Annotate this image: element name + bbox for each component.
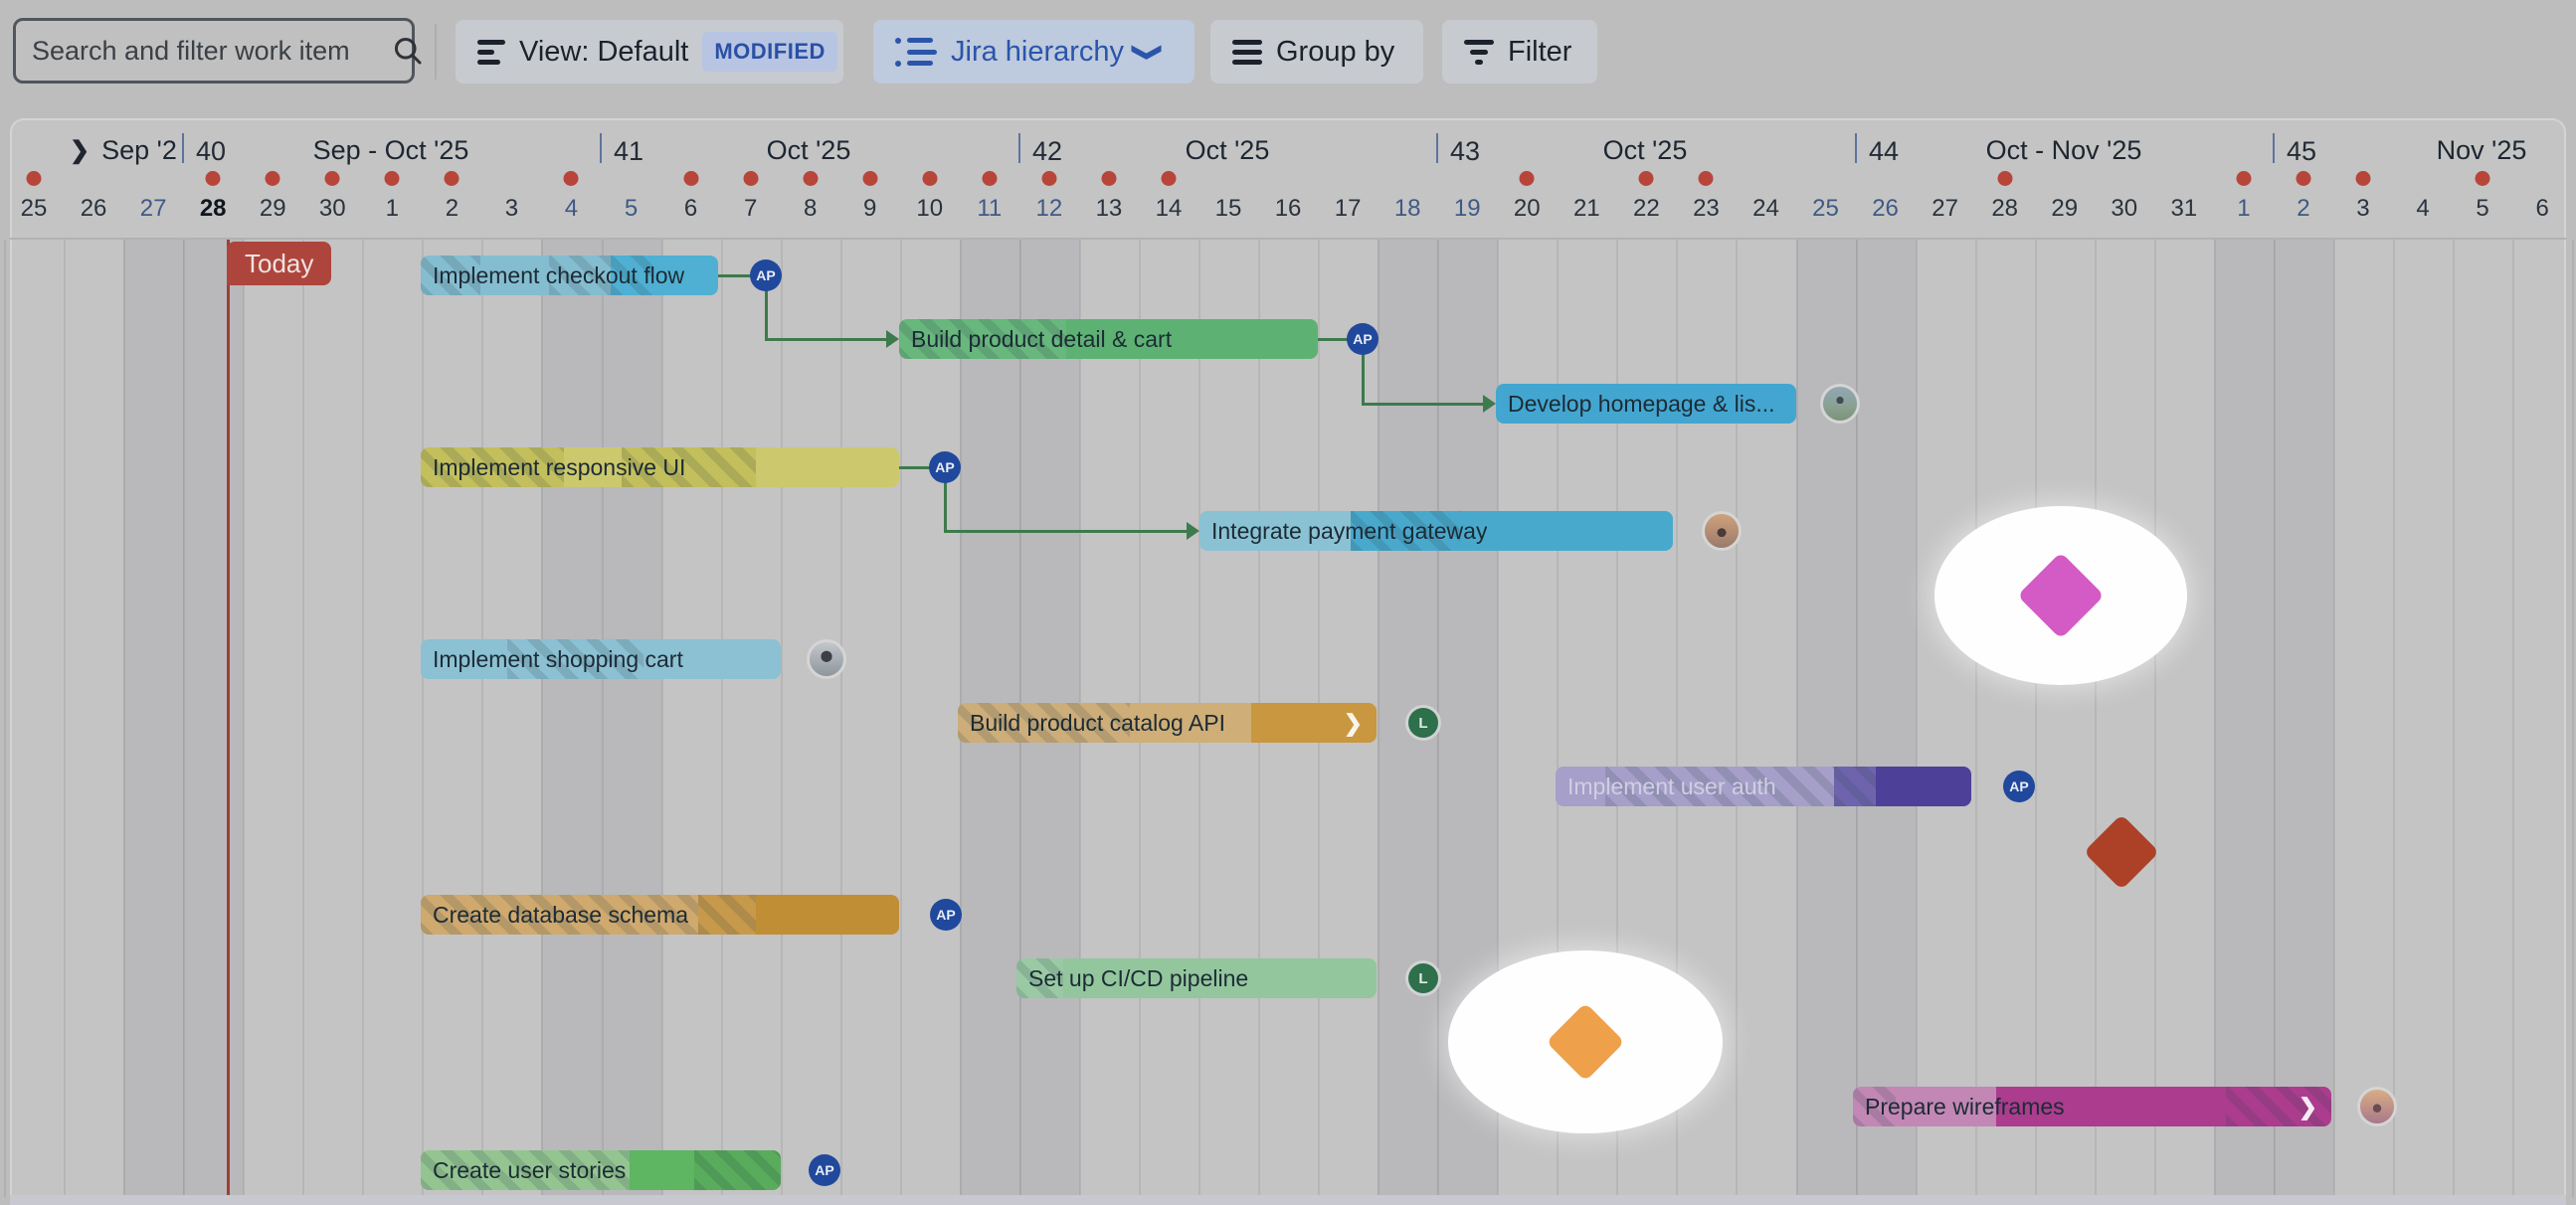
task-label: Integrate payment gateway [1211, 511, 1487, 551]
dependency-line-h [944, 530, 1187, 533]
bar-chevron-icon: ❯ [1344, 703, 1363, 743]
task-label: Build product catalog API [970, 703, 1225, 743]
bar-segment [1876, 767, 1971, 806]
assignee-avatar[interactable]: L [1408, 708, 1438, 738]
task-label: Set up CI/CD pipeline [1028, 958, 1248, 998]
task-label: Implement checkout flow [433, 256, 684, 295]
assignee-avatar[interactable]: AP [2003, 771, 2035, 802]
task-label: Build product detail & cart [911, 319, 1172, 359]
task-label: Develop homepage & lis... [1508, 384, 1775, 424]
milestone-diamond[interactable] [2084, 814, 2159, 890]
assignee-avatar[interactable] [810, 642, 843, 676]
gantt-bar[interactable]: Prepare wireframes ❯ [1853, 1087, 2331, 1126]
gantt-bar[interactable]: Build product catalog API ❯ [958, 703, 1377, 743]
assignee-avatar[interactable]: AP [750, 259, 782, 291]
bar-segment [1460, 511, 1673, 551]
gantt-bar[interactable]: Create user stories [421, 1150, 781, 1190]
scrollbar-strip[interactable] [10, 1195, 2566, 1205]
dependency-arrow-icon [1187, 522, 1199, 540]
bar-segment [756, 447, 899, 487]
task-label: Prepare wireframes [1865, 1087, 2065, 1126]
gantt-bar[interactable]: Implement responsive UI [421, 447, 899, 487]
assignee-avatar[interactable] [1823, 387, 1857, 421]
today-line [227, 240, 230, 1205]
bar-segment [1834, 767, 1876, 806]
assignee-avatar[interactable] [1705, 514, 1739, 548]
assignee-avatar[interactable]: AP [809, 1154, 840, 1186]
assignee-avatar[interactable]: AP [930, 899, 962, 931]
task-label: Implement shopping cart [433, 639, 683, 679]
gantt-bar[interactable]: Implement shopping cart [421, 639, 781, 679]
dependency-arrow-icon [886, 330, 899, 348]
bar-chevron-icon: ❯ [2299, 1087, 2317, 1126]
task-label: Create user stories [433, 1150, 626, 1190]
task-label: Create database schema [433, 895, 688, 935]
dependency-line-h [765, 338, 886, 341]
gantt-bar[interactable]: Develop homepage & lis... [1496, 384, 1796, 424]
dependency-arrow-icon [1483, 395, 1496, 413]
bar-segment [694, 1150, 781, 1190]
task-label: Implement user auth [1567, 767, 1776, 806]
gantt-bar[interactable]: Implement user auth [1556, 767, 1971, 806]
bar-segment [756, 895, 899, 935]
spotlight-overlay [0, 0, 2576, 1205]
assignee-avatar[interactable]: AP [1347, 323, 1379, 355]
gantt-bar[interactable]: Set up CI/CD pipeline [1016, 958, 1377, 998]
assignee-avatar[interactable] [2360, 1090, 2394, 1123]
gantt-bar[interactable]: Integrate payment gateway [1199, 511, 1673, 551]
gantt-bar[interactable]: Build product detail & cart [899, 319, 1318, 359]
dependency-line-h [1362, 403, 1483, 406]
bar-segment [698, 895, 756, 935]
bar-segment [630, 1150, 694, 1190]
assignee-avatar[interactable]: L [1408, 963, 1438, 993]
gantt-bar[interactable]: Create database schema [421, 895, 899, 935]
assignee-avatar[interactable]: AP [929, 451, 961, 483]
gantt-bar[interactable]: Implement checkout flow [421, 256, 718, 295]
today-badge: Today [227, 242, 331, 285]
task-label: Implement responsive UI [433, 447, 685, 487]
